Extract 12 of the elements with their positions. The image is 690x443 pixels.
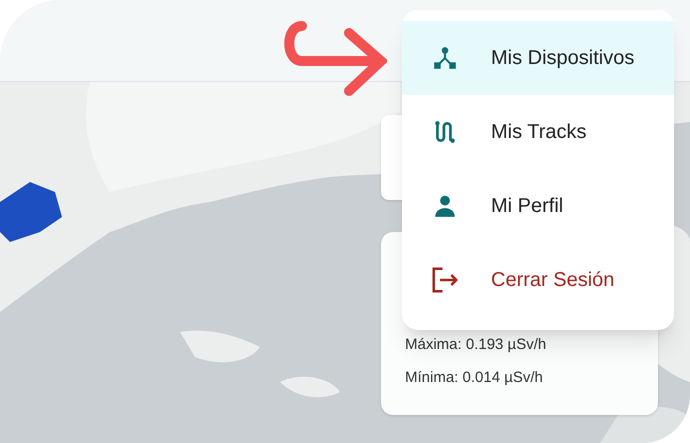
- menu-item[interactable]: Cerrar Sesión: [402, 243, 674, 317]
- logout-icon: [430, 265, 460, 295]
- menu-item[interactable]: Mi Perfil: [402, 169, 674, 243]
- stat-text: Mínima: 0.014 µSv/h: [405, 368, 544, 388]
- menu-item-label: Mis Dispositivos: [491, 46, 634, 71]
- menu-item-label: Mis Tracks: [491, 120, 587, 145]
- menu-item[interactable]: Mis Tracks: [402, 95, 674, 169]
- menu-item-label: Cerrar Sesión: [491, 268, 614, 293]
- network-icon: [432, 45, 458, 71]
- menu-item-label: Mi Perfil: [491, 194, 564, 219]
- stat-text: Máxima: 0.193 µSv/h: [405, 335, 548, 355]
- menu-item[interactable]: Mis Dispositivos: [402, 21, 674, 95]
